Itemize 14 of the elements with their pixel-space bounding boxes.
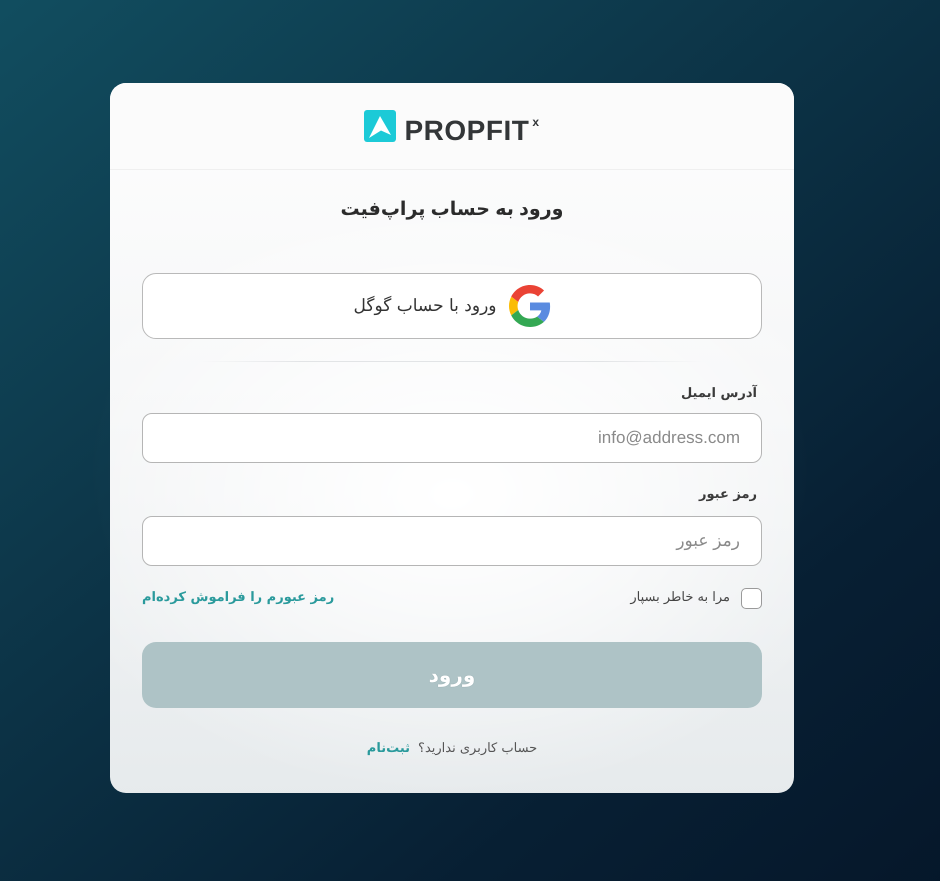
field-label: آدرس ایمیل xyxy=(680,384,757,403)
remember-checkbox[interactable] xyxy=(741,588,762,608)
signup-prompt: حساب کاربری ندارید؟ xyxy=(418,740,538,758)
remember-label[interactable]: مرا به خاطر بسپار xyxy=(630,588,730,608)
google-icon xyxy=(508,285,551,327)
logo-wordmark: PROPFIT$^{x}$ xyxy=(404,114,540,146)
google-signin-button[interactable]: ورود با حساب گوگل xyxy=(142,273,762,339)
logo-icon xyxy=(364,110,396,142)
signup-link[interactable]: ثبت‌نام xyxy=(366,739,410,759)
forgot-password-link[interactable]: رمز عبورم را فراموش کرده‌ام xyxy=(142,588,334,608)
field-label: رمز عبور xyxy=(699,486,757,504)
input-field[interactable]: رمز عبور xyxy=(142,516,762,566)
input-field[interactable]: info@address.com xyxy=(142,413,762,463)
page-title: ورود به حساب پراپ‌فیت xyxy=(340,198,564,222)
